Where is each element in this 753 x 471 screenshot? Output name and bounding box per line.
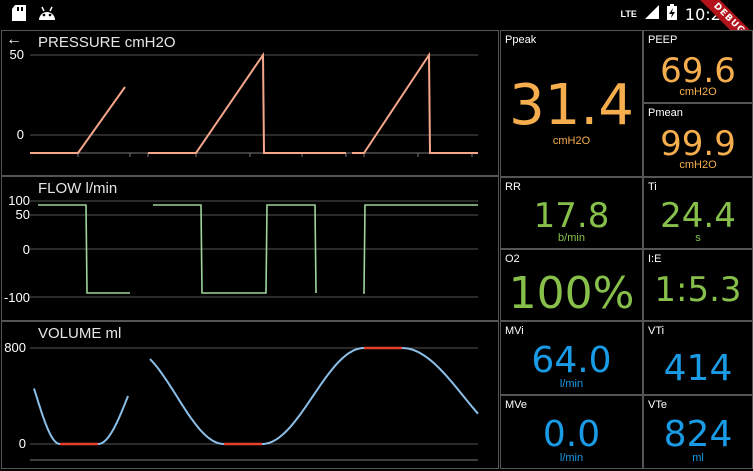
- peep-value: 69.6: [660, 51, 736, 91]
- tile-o2: O2 100%: [500, 249, 643, 321]
- ti-value: 24.4: [660, 196, 736, 236]
- network-type: LTE: [620, 9, 637, 19]
- back-arrow-icon[interactable]: ←: [6, 31, 22, 49]
- ppeak-unit: cmH2O: [552, 135, 591, 147]
- rr-value: 17.8: [533, 196, 610, 236]
- o2-value: 100%: [508, 268, 635, 319]
- y-tick-label: 0: [17, 127, 24, 142]
- tile-ie: I:E 1:5.3: [643, 249, 753, 321]
- flow-chart: 100 50 0 -100 FLOW l/min: [1, 176, 499, 321]
- tile-label: Pmean: [648, 107, 683, 119]
- y-tick-label: 100: [8, 193, 30, 208]
- pressure-chart: 50 0 ← PRESSURE cmH2O: [1, 30, 499, 176]
- android-icon: [38, 5, 56, 26]
- tile-ppeak: Ppeak 31.4 cmH2O: [500, 30, 643, 177]
- tile-vti: VTi 414: [643, 321, 753, 395]
- y-tick-label: 800: [4, 340, 26, 355]
- tile-label: O2: [505, 253, 520, 265]
- volume-chart-svg: 800 0: [4, 340, 479, 461]
- mve-value: 0.0: [542, 414, 601, 455]
- tile-pmean: Pmean 99.9 cmH2O: [643, 103, 753, 177]
- sd-card-icon: [12, 5, 26, 26]
- tile-label: I:E: [648, 253, 662, 265]
- battery-charging-icon: [666, 4, 677, 24]
- vte-value: 824: [663, 414, 733, 455]
- vti-value: 414: [663, 348, 733, 389]
- tile-ti: Ti 24.4 s: [643, 177, 753, 249]
- volume-plateau-marker: [60, 346, 402, 446]
- flow-chart-svg: 100 50 0 -100: [4, 193, 478, 305]
- tile-peep: PEEP 69.6 cmH2O: [643, 30, 753, 103]
- ppeak-value: 31.4: [509, 73, 634, 138]
- y-tick-label: 0: [23, 242, 30, 257]
- y-tick-label: 50: [10, 47, 24, 62]
- y-tick-label: 50: [16, 207, 30, 222]
- tile-vte: VTe 824 ml: [643, 395, 753, 469]
- ie-value: 1:5.3: [654, 270, 742, 310]
- volume-chart: 800 0 VOLUME ml: [1, 321, 499, 469]
- tile-label: VTe: [648, 399, 667, 411]
- tile-rr: RR 17.8 b/min: [500, 177, 643, 249]
- status-bar: LTE 10:21 DEBUG: [0, 0, 753, 60]
- tile-label: PEEP: [648, 34, 678, 46]
- signal-icon: [644, 5, 659, 23]
- mve-unit: l/min: [559, 452, 584, 464]
- rr-unit: b/min: [558, 232, 585, 244]
- mvi-unit: l/min: [559, 378, 584, 390]
- y-tick-label: -100: [4, 290, 30, 305]
- chart-title: PRESSURE cmH2O: [38, 34, 176, 51]
- tile-mvi: MVi 64.0 l/min: [500, 321, 643, 395]
- ti-unit: s: [695, 232, 701, 244]
- vte-unit: ml: [692, 452, 704, 464]
- mvi-value: 64.0: [531, 340, 612, 381]
- tile-mve: MVe 0.0 l/min: [500, 395, 643, 469]
- tile-label: Ppeak: [505, 34, 537, 46]
- chart-title: FLOW l/min: [38, 180, 118, 197]
- pressure-trace: [30, 51, 478, 154]
- pressure-chart-svg: 50 0: [10, 47, 478, 157]
- tile-label: RR: [505, 181, 521, 193]
- pmean-unit: cmH2O: [679, 159, 717, 171]
- pmean-value: 99.9: [660, 124, 736, 164]
- peep-unit: cmH2O: [679, 86, 717, 98]
- chart-title: VOLUME ml: [38, 325, 122, 342]
- y-tick-label: 0: [19, 436, 26, 451]
- tile-label: VTi: [648, 325, 665, 337]
- volume-trace: [33, 347, 479, 445]
- tile-label: MVe: [505, 399, 528, 411]
- tile-label: MVi: [505, 325, 524, 337]
- tile-label: Ti: [648, 181, 657, 193]
